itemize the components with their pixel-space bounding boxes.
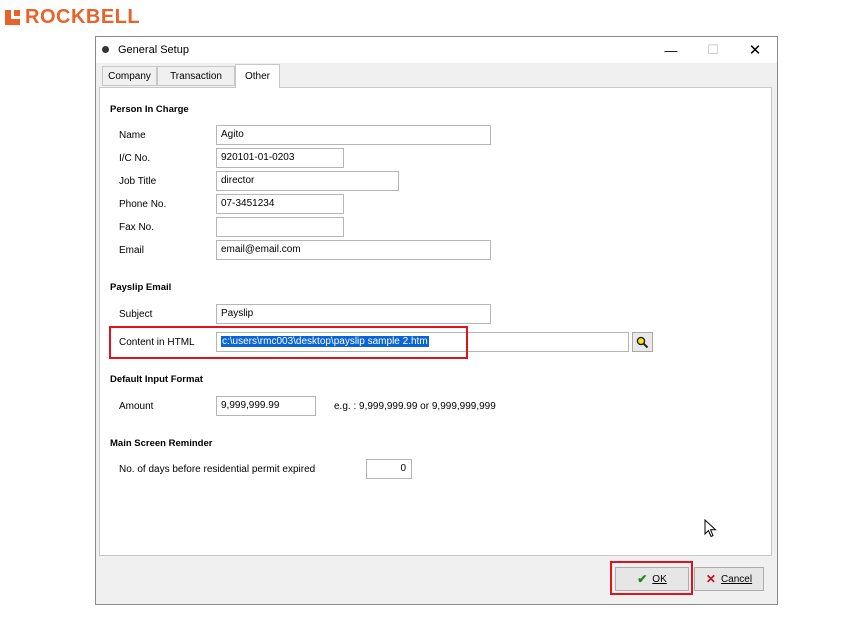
amount-format-hint: e.g. : 9,999,999.99 or 9,999,999,999: [334, 401, 496, 412]
subject-field[interactable]: Payslip: [216, 304, 491, 324]
maximize-button[interactable]: ☐: [698, 40, 728, 60]
magnifier-icon: [636, 336, 649, 348]
close-button[interactable]: ✕: [740, 40, 770, 60]
rockbell-logo: ROCKBELL: [5, 5, 141, 28]
other-tab-panel: Person In Charge Name Agito I/C No. 9201…: [99, 87, 772, 556]
ic-no-field[interactable]: 920101-01-0203: [216, 148, 344, 168]
tab-transaction[interactable]: Transaction: [157, 66, 235, 86]
browse-button[interactable]: [632, 332, 653, 352]
window-title: General Setup: [118, 44, 189, 56]
brand-name: ROCKBELL: [25, 5, 141, 28]
ic-no-label: I/C No.: [119, 153, 151, 164]
default-input-format-heading: Default Input Format: [110, 374, 203, 385]
title-bar[interactable]: General Setup — ☐ ✕: [96, 37, 777, 63]
name-label: Name: [119, 130, 146, 141]
job-title-field[interactable]: director: [216, 171, 399, 191]
phone-no-field[interactable]: 07-3451234: [216, 194, 344, 214]
main-screen-reminder-heading: Main Screen Reminder: [110, 438, 213, 449]
fax-no-label: Fax No.: [119, 222, 155, 233]
content-highlight-box: [109, 326, 468, 359]
tab-other[interactable]: Other: [235, 64, 280, 88]
fax-no-field[interactable]: [216, 217, 344, 237]
person-in-charge-heading: Person In Charge: [110, 104, 189, 115]
amount-label: Amount: [119, 401, 154, 412]
app-icon: [102, 46, 109, 53]
tab-company[interactable]: Company: [102, 66, 157, 86]
phone-no-label: Phone No.: [119, 199, 167, 210]
ok-highlight-box: [610, 561, 693, 595]
name-field[interactable]: Agito: [216, 125, 491, 145]
general-setup-window: General Setup — ☐ ✕ Company Transaction …: [95, 36, 778, 605]
payslip-email-heading: Payslip Email: [110, 282, 172, 293]
subject-label: Subject: [119, 309, 153, 320]
mouse-cursor-icon: [704, 519, 717, 538]
rockbell-logo-icon: [5, 9, 20, 25]
permit-days-label: No. of days before residential permit ex…: [119, 464, 316, 475]
cancel-button-label: Cancel: [720, 573, 753, 585]
job-title-label: Job Title: [119, 176, 157, 187]
permit-days-field[interactable]: 0: [366, 459, 412, 479]
cancel-button[interactable]: ✕ Cancel: [694, 567, 764, 591]
amount-format-field[interactable]: 9,999,999.99: [216, 396, 316, 416]
minimize-button[interactable]: —: [656, 40, 686, 60]
email-field[interactable]: email@email.com: [216, 240, 491, 260]
email-label: Email: [119, 245, 145, 256]
x-icon: ✕: [705, 572, 716, 586]
